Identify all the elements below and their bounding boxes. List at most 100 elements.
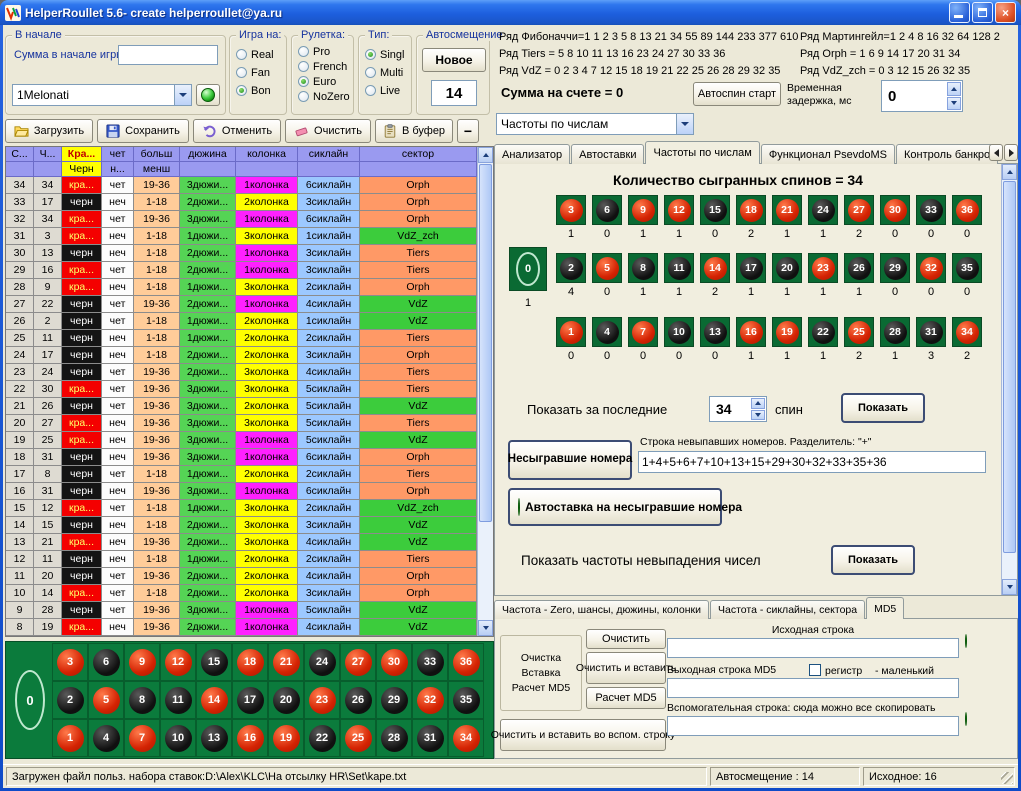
board-number-15[interactable]: 15 — [196, 643, 232, 681]
freq-number-28[interactable]: 28 — [880, 317, 910, 347]
freq-number-19[interactable]: 19 — [772, 317, 802, 347]
spinner-up-icon[interactable] — [751, 398, 765, 409]
tab-2[interactable]: Автоставки — [571, 144, 644, 164]
spinner-down-icon[interactable] — [751, 410, 765, 421]
bottom-tab-2[interactable]: Частота - сиклайны, сектора — [710, 600, 865, 619]
md5-calc-button[interactable]: Расчет MD5 — [586, 687, 666, 709]
board-number-26[interactable]: 26 — [340, 681, 376, 719]
table-row[interactable]: 1512кра...чет1-181дюжи...3колонка2сиклай… — [6, 500, 493, 517]
spinner-down-icon[interactable] — [947, 97, 961, 111]
freq-number-18[interactable]: 18 — [736, 195, 766, 225]
freq-number-4[interactable]: 4 — [592, 317, 622, 347]
scrollbar-thumb[interactable] — [1003, 181, 1016, 553]
table-row[interactable]: 2126чернчет19-363дюжи...2колонка5сиклайн… — [6, 398, 493, 415]
scrollbar-thumb[interactable] — [479, 164, 492, 522]
board-number-32[interactable]: 32 — [412, 681, 448, 719]
register-checkbox[interactable] — [809, 664, 821, 676]
last-spins-spinner[interactable]: 34 — [709, 396, 767, 422]
load-button[interactable]: Загрузить — [5, 119, 93, 143]
minimize-button[interactable] — [949, 2, 970, 23]
freq-number-9[interactable]: 9 — [628, 195, 658, 225]
radio-bon[interactable]: Bon — [236, 84, 274, 97]
table-row[interactable]: 1831черннеч19-363дюжи...1колонка6сиклайн… — [6, 449, 493, 466]
freq-number-5[interactable]: 5 — [592, 253, 622, 283]
freq-number-7[interactable]: 7 — [628, 317, 658, 347]
tab-scroll-left-button[interactable] — [989, 144, 1003, 161]
autospin-start-button[interactable]: Автоспин старт — [693, 82, 781, 106]
freq-number-1[interactable]: 1 — [556, 317, 586, 347]
tab-1[interactable]: Анализатор — [494, 144, 570, 164]
freq-number-21[interactable]: 21 — [772, 195, 802, 225]
green-led-button[interactable] — [965, 635, 967, 647]
board-number-20[interactable]: 20 — [268, 681, 304, 719]
delay-spinner-value[interactable]: 0 — [888, 81, 896, 111]
board-number-24[interactable]: 24 — [304, 643, 340, 681]
board-number-21[interactable]: 21 — [268, 643, 304, 681]
board-number-25[interactable]: 25 — [340, 719, 376, 757]
freq-number-6[interactable]: 6 — [592, 195, 622, 225]
table-row[interactable]: 3234кра...чет19-363дюжи...1колонка6сикла… — [6, 211, 493, 228]
freq-number-13[interactable]: 13 — [700, 317, 730, 347]
freq-number-23[interactable]: 23 — [808, 253, 838, 283]
radio-french[interactable]: French — [298, 60, 350, 73]
freq-number-10[interactable]: 10 — [664, 317, 694, 347]
copy-to-buffer-button[interactable]: В буфер — [375, 119, 453, 143]
radio-euro[interactable]: Euro — [298, 75, 350, 88]
freq-number-16[interactable]: 16 — [736, 317, 766, 347]
tab-4[interactable]: Функционал PsevdoMS — [761, 144, 895, 164]
md5-clear-paste-button[interactable]: Очистить и вставить — [586, 652, 666, 684]
board-number-31[interactable]: 31 — [412, 719, 448, 757]
table-row[interactable]: 819кра...неч19-362дюжи...1колонка4сиклай… — [6, 619, 493, 636]
board-number-35[interactable]: 35 — [448, 681, 484, 719]
md5-output-input[interactable] — [667, 678, 959, 698]
titlebar[interactable]: HelperRoullet 5.6- create helperroullet@… — [0, 0, 1021, 25]
board-number-1[interactable]: 1 — [52, 719, 88, 757]
table-row[interactable]: 2722чернчет19-362дюжи...1колонка4сиклайн… — [6, 296, 493, 313]
preset-combobox[interactable]: 1Melonati — [12, 84, 192, 106]
board-number-5[interactable]: 5 — [88, 681, 124, 719]
freq-number-25[interactable]: 25 — [844, 317, 874, 347]
scroll-down-icon[interactable] — [1002, 579, 1017, 595]
green-led-button[interactable] — [965, 713, 967, 725]
freq-number-8[interactable]: 8 — [628, 253, 658, 283]
autobet-unplayed-button[interactable]: Автоставка на несыгравшие номера — [508, 488, 722, 526]
show-frequencies-button[interactable]: Показать — [841, 393, 925, 423]
freq-number-34[interactable]: 34 — [952, 317, 982, 347]
table-row[interactable]: 3317черннеч1-182дюжи...2колонка3сиклайнO… — [6, 194, 493, 211]
table-row[interactable]: 3434кра...чет19-363дюжи...1колонка6сикла… — [6, 177, 493, 194]
board-number-36[interactable]: 36 — [448, 643, 484, 681]
freq-number-12[interactable]: 12 — [664, 195, 694, 225]
start-sum-input[interactable] — [118, 45, 218, 65]
freq-number-15[interactable]: 15 — [700, 195, 730, 225]
table-row[interactable]: 178чернчет1-181дюжи...2колонка2сиклайнTi… — [6, 466, 493, 483]
table-row[interactable]: 1014кра...чет1-182дюжи...2колонка3сиклай… — [6, 585, 493, 602]
scroll-up-icon[interactable] — [1002, 164, 1017, 180]
table-row[interactable]: 1211черннеч1-181дюжи...2колонка2сиклайнT… — [6, 551, 493, 568]
board-number-18[interactable]: 18 — [232, 643, 268, 681]
freq-number-20[interactable]: 20 — [772, 253, 802, 283]
board-number-0[interactable]: 0 — [15, 670, 45, 730]
delay-spinner[interactable]: 0 — [881, 80, 963, 112]
board-number-14[interactable]: 14 — [196, 681, 232, 719]
table-row[interactable]: 313кра...неч1-181дюжи...3колонка1сиклайн… — [6, 228, 493, 245]
table-row[interactable]: 928чернчет19-363дюжи...1колонка5сиклайнV… — [6, 602, 493, 619]
md5-clear-button[interactable]: Очистить — [586, 629, 666, 649]
board-number-6[interactable]: 6 — [88, 643, 124, 681]
last-spins-value[interactable]: 34 — [716, 397, 732, 421]
mode-combobox[interactable]: Частоты по числам — [496, 113, 694, 135]
new-autoshift-button[interactable]: Новое — [422, 48, 486, 72]
radio-multi[interactable]: Multi — [365, 66, 404, 79]
bottom-tab-3[interactable]: MD5 — [866, 597, 904, 619]
table-row[interactable]: 1925кра...неч19-363дюжи...1колонка5сикла… — [6, 432, 493, 449]
spinner-up-icon[interactable] — [947, 82, 961, 96]
undo-button[interactable]: Отменить — [193, 119, 281, 143]
table-row[interactable]: 262чернчет1-181дюжи...2колонка1сиклайнVd… — [6, 313, 493, 330]
unplayed-string-input[interactable] — [638, 451, 986, 473]
table-row[interactable]: 1321кра...неч19-362дюжи...3колонка4сикла… — [6, 534, 493, 551]
unplayed-numbers-button[interactable]: Несыгравшие номера — [508, 440, 632, 480]
table-row[interactable]: 2027кра...неч19-363дюжи...3колонка5сикла… — [6, 415, 493, 432]
radio-singl[interactable]: Singl — [365, 48, 404, 61]
freq-number-33[interactable]: 33 — [916, 195, 946, 225]
table-row[interactable]: 1415черннеч1-182дюжи...3колонка3сиклайнV… — [6, 517, 493, 534]
radio-nozero[interactable]: NoZero — [298, 90, 350, 103]
